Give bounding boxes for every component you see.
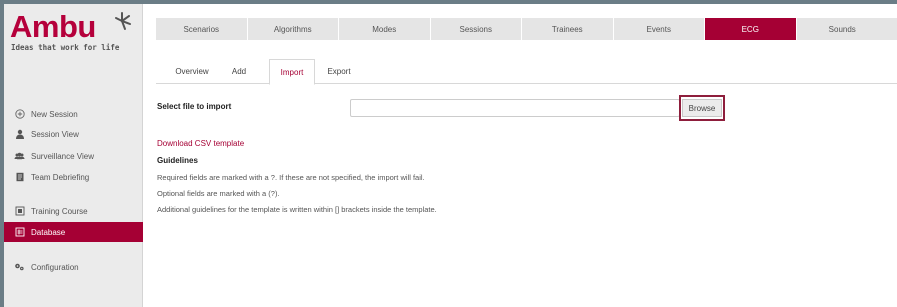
course-icon xyxy=(14,206,25,217)
guideline-line: Additional guidelines for the template i… xyxy=(157,205,437,214)
group-icon xyxy=(14,151,25,162)
person-icon xyxy=(14,129,25,140)
tab-trainees[interactable]: Trainees xyxy=(522,18,614,40)
sidebar-item-configuration[interactable]: Configuration xyxy=(4,257,143,277)
logo-wordmark: Ambu xyxy=(10,9,96,44)
ambu-logo: Ambu Ideas that work for life xyxy=(10,9,138,52)
guideline-line: Optional fields are marked with a (?). xyxy=(157,189,280,198)
sidebar-item-session-view[interactable]: Session View xyxy=(4,124,143,144)
tab-ecg[interactable]: ECG xyxy=(705,18,797,40)
tab-algorithms[interactable]: Algorithms xyxy=(248,18,339,40)
tab-sounds[interactable]: Sounds xyxy=(797,18,889,40)
gears-icon xyxy=(14,262,25,273)
sidebar-item-training-course[interactable]: Training Course xyxy=(4,201,143,221)
sidebar-item-label: Training Course xyxy=(31,206,88,216)
tab-modes[interactable]: Modes xyxy=(339,18,431,40)
sub-tabs: Overview Add Import Export xyxy=(156,59,897,85)
browse-button[interactable]: Browse xyxy=(682,99,722,117)
subtab-import[interactable]: Import xyxy=(269,59,315,85)
guidelines-heading: Guidelines xyxy=(157,156,198,165)
tab-sessions[interactable]: Sessions xyxy=(431,18,522,40)
subtab-export[interactable]: Export xyxy=(319,59,359,84)
subtab-overview[interactable]: Overview xyxy=(168,59,216,84)
sidebar-item-label: Surveillance View xyxy=(31,151,94,161)
subtab-add[interactable]: Add xyxy=(224,59,254,84)
select-file-label: Select file to import xyxy=(157,102,232,111)
download-csv-template-link[interactable]: Download CSV template xyxy=(157,139,244,148)
sidebar-item-label: Team Debriefing xyxy=(31,172,90,182)
sidebar-item-label: New Session xyxy=(31,109,78,119)
sidebar-item-team-debriefing[interactable]: Team Debriefing xyxy=(4,167,143,187)
app-window: Ambu Ideas that work for life New Sessio… xyxy=(4,4,897,307)
document-icon xyxy=(14,172,25,183)
sidebar-item-new-session[interactable]: New Session xyxy=(4,104,143,124)
sidebar-item-database[interactable]: Database xyxy=(4,222,143,242)
sidebar: Ambu Ideas that work for life New Sessio… xyxy=(4,4,143,307)
guideline-line: Required fields are marked with a ?. If … xyxy=(157,173,425,182)
sidebar-item-surveillance-view[interactable]: Surveillance View xyxy=(4,146,143,166)
logo-tagline: Ideas that work for life xyxy=(11,43,120,52)
sidebar-item-label: Configuration xyxy=(31,262,79,272)
sidebar-item-label: Database xyxy=(31,227,66,237)
tab-scenarios[interactable]: Scenarios xyxy=(156,18,248,40)
main-tabs: Scenarios Algorithms Modes Sessions Trai… xyxy=(156,18,897,40)
sidebar-item-label: Session View xyxy=(31,129,79,139)
logo-star-icon xyxy=(115,12,131,30)
tab-events[interactable]: Events xyxy=(614,18,705,40)
database-icon xyxy=(14,227,25,238)
plus-circle-icon xyxy=(14,109,25,120)
file-path-input[interactable] xyxy=(350,99,680,117)
